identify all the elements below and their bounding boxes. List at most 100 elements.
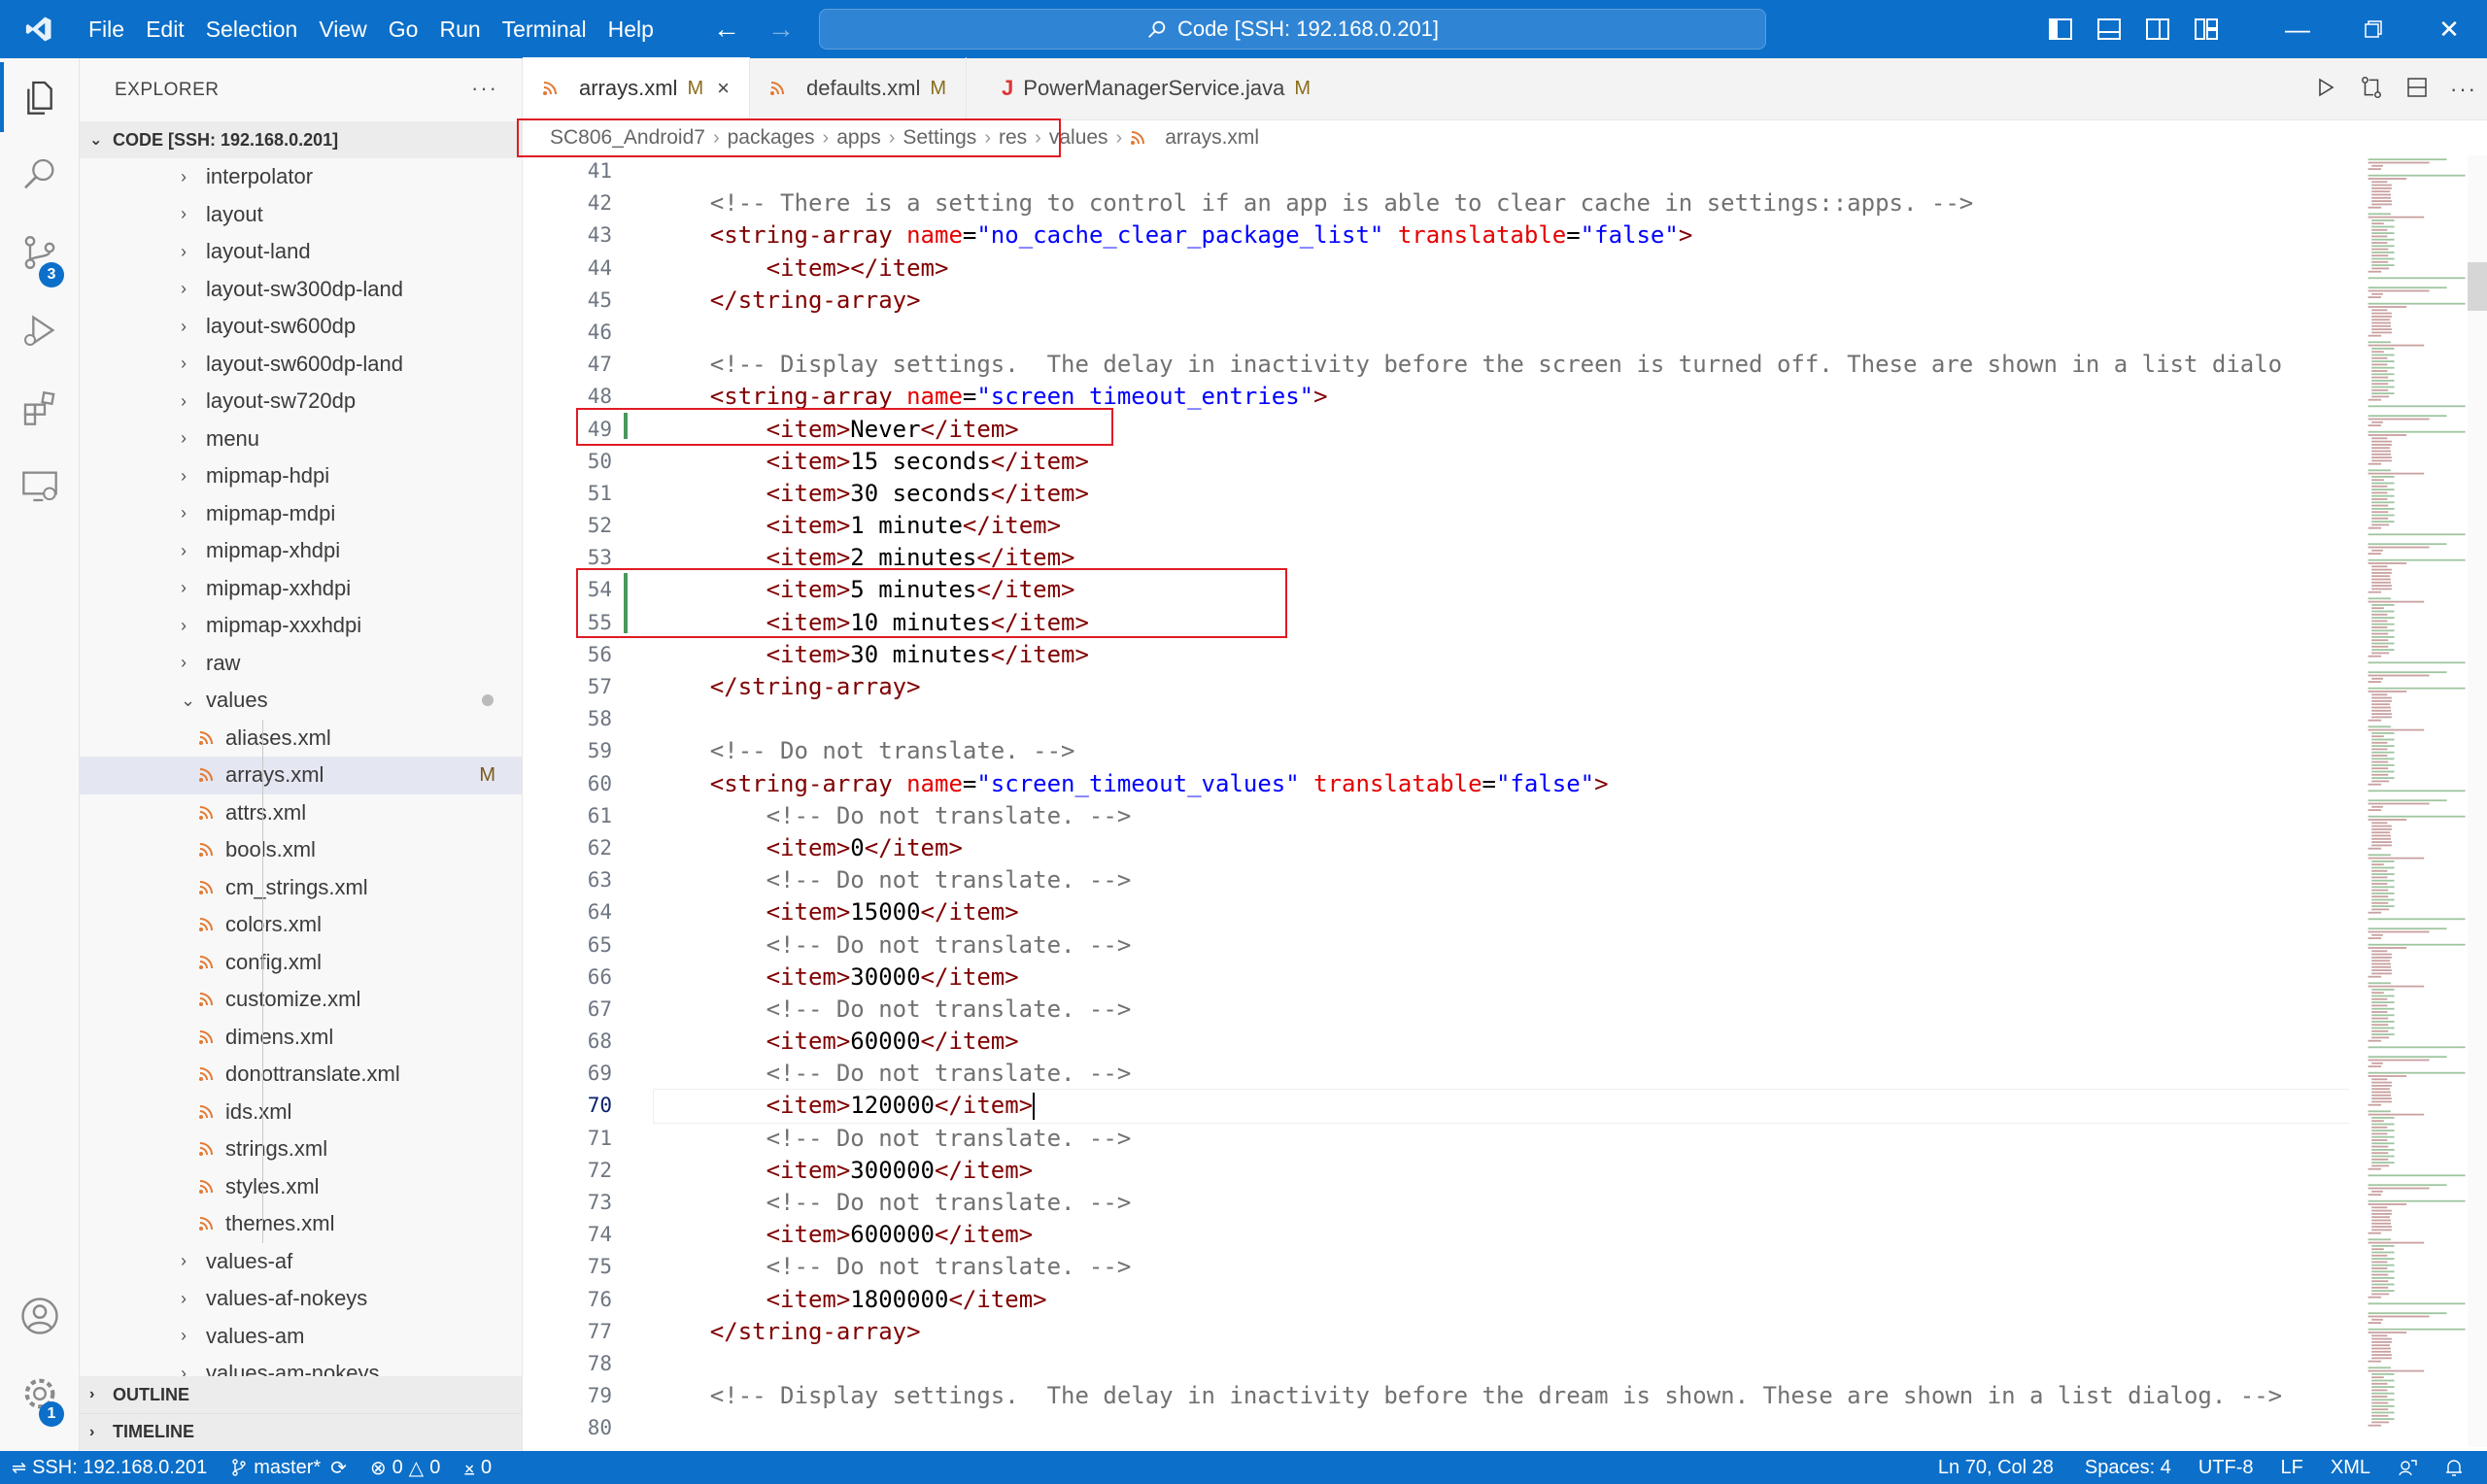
code-line[interactable]: <!-- Do not translate. -->	[654, 1123, 2349, 1155]
file-item[interactable]: arrays.xml M	[80, 757, 522, 794]
folder-item[interactable]: › interpolator	[80, 158, 522, 196]
file-item[interactable]: themes.xml	[80, 1205, 522, 1243]
encoding[interactable]: UTF-8	[2185, 1451, 2267, 1484]
code-line[interactable]: <item>30 minutes</item>	[654, 639, 2349, 671]
folder-item[interactable]: › values-af	[80, 1243, 522, 1281]
indentation[interactable]: Spaces: 4	[2071, 1451, 2185, 1484]
code-line[interactable]: </string-array>	[654, 1316, 2349, 1348]
folder-item[interactable]: › mipmap-xxxhdpi	[80, 607, 522, 645]
menu-go[interactable]: Go	[378, 0, 429, 58]
search-icon[interactable]	[0, 136, 80, 214]
toggle-secondary-sidebar-icon[interactable]	[2133, 0, 2182, 58]
sync-icon[interactable]: ⟳	[330, 1456, 347, 1480]
file-item[interactable]: colors.xml	[80, 906, 522, 944]
menu-terminal[interactable]: Terminal	[492, 0, 597, 58]
file-item[interactable]: config.xml	[80, 944, 522, 982]
code-line[interactable]: </string-array>	[654, 671, 2349, 703]
code-line[interactable]: <!-- Do not translate. -->	[654, 929, 2349, 961]
menu-file[interactable]: File	[78, 0, 135, 58]
code-line[interactable]: <string-array name="screen_timeout_value…	[654, 768, 2349, 800]
more-actions-icon[interactable]: ···	[471, 76, 498, 101]
code-editor[interactable]: 41 42 43 44 45 46 47 48 49 50 51 52 53 54 55 56 57 58 59 60…	[523, 155, 2349, 1447]
code-line[interactable]: <item>60000</item>	[654, 1026, 2349, 1058]
folder-item[interactable]: › mipmap-xxhdpi	[80, 570, 522, 608]
file-item[interactable]: customize.xml	[80, 981, 522, 1019]
accounts-icon[interactable]	[0, 1277, 80, 1355]
extensions-icon[interactable]	[0, 369, 80, 447]
file-item[interactable]: strings.xml	[80, 1130, 522, 1168]
code-line[interactable]: <item>15 seconds</item>	[654, 446, 2349, 478]
folder-item[interactable]: › layout-sw300dp-land	[80, 271, 522, 309]
code-line[interactable]	[654, 1348, 2349, 1380]
code-line[interactable]: <!-- Do not translate. -->	[654, 1251, 2349, 1283]
language-mode[interactable]: XML	[2317, 1451, 2384, 1484]
close-tab-icon[interactable]: ×	[717, 76, 730, 101]
file-item[interactable]: donottranslate.xml	[80, 1056, 522, 1094]
code-line[interactable]: <!-- Do not translate. -->	[654, 994, 2349, 1026]
back-arrow-icon[interactable]: ←	[713, 14, 740, 45]
folder-item[interactable]: › mipmap-xhdpi	[80, 532, 522, 570]
code-line[interactable]: <item>1800000</item>	[654, 1284, 2349, 1316]
restore-button[interactable]	[2335, 0, 2411, 58]
open-changes-icon[interactable]	[2359, 75, 2384, 105]
menu-help[interactable]: Help	[597, 0, 664, 58]
code-line[interactable]: <item>600000</item>	[654, 1219, 2349, 1251]
folder-item[interactable]: › layout-sw600dp	[80, 308, 522, 346]
file-item[interactable]: ids.xml	[80, 1094, 522, 1131]
code-line[interactable]: <!-- Do not translate. -->	[654, 1187, 2349, 1219]
code-line[interactable]: <item></item>	[654, 253, 2349, 285]
workspace-root[interactable]: ⌄ CODE [SSH: 192.168.0.201]	[80, 121, 522, 158]
code-line[interactable]	[654, 1412, 2349, 1444]
code-line[interactable]: <string-array name="no_cache_clear_packa…	[654, 219, 2349, 252]
code-line[interactable]: <!-- Do not translate. -->	[654, 864, 2349, 896]
code-line[interactable]: <item>30 seconds</item>	[654, 478, 2349, 510]
code-line[interactable]: </string-array>	[654, 285, 2349, 317]
menu-selection[interactable]: Selection	[195, 0, 309, 58]
code-line[interactable]: <item>15000</item>	[654, 896, 2349, 928]
close-window-button[interactable]: ✕	[2411, 0, 2487, 58]
branch-indicator[interactable]: master* ⟳	[219, 1451, 358, 1484]
code-line[interactable]: <item>1 minute</item>	[654, 510, 2349, 542]
explorer-icon[interactable]	[0, 58, 80, 136]
remote-explorer-icon[interactable]	[0, 447, 80, 524]
vertical-scrollbar[interactable]	[2468, 155, 2487, 1447]
timeline-section[interactable]: › TIMELINE	[80, 1413, 522, 1450]
folder-item[interactable]: › layout-sw720dp	[80, 383, 522, 421]
folder-item[interactable]: › layout-sw600dp-land	[80, 346, 522, 384]
menu-view[interactable]: View	[308, 0, 377, 58]
code-line[interactable]: <item>30000</item>	[654, 961, 2349, 994]
folder-item[interactable]: ⌄ values	[80, 682, 522, 720]
menu-edit[interactable]: Edit	[135, 0, 195, 58]
folder-item[interactable]: › values-am	[80, 1318, 522, 1356]
outline-section[interactable]: › OUTLINE	[80, 1376, 522, 1413]
code-line[interactable]	[654, 155, 2349, 187]
folder-item[interactable]: › menu	[80, 421, 522, 458]
feedback-icon[interactable]	[2384, 1451, 2431, 1484]
menu-run[interactable]: Run	[428, 0, 491, 58]
code-line[interactable]	[654, 703, 2349, 735]
manage-gear-icon[interactable]: 1	[0, 1355, 80, 1433]
folder-item[interactable]: › mipmap-hdpi	[80, 457, 522, 495]
minimap[interactable]	[2361, 155, 2468, 1437]
code-line[interactable]: <!-- Do not translate. -->	[654, 800, 2349, 832]
code-lines[interactable]: <!-- There is a setting to control if an…	[653, 155, 2349, 1445]
file-item[interactable]: styles.xml	[80, 1168, 522, 1206]
ports-indicator[interactable]: ⨱ 0	[452, 1451, 503, 1484]
code-line[interactable]	[654, 317, 2349, 349]
folder-item[interactable]: › values-af-nokeys	[80, 1280, 522, 1318]
customize-layout-icon[interactable]	[2182, 0, 2231, 58]
breadcrumb-segment[interactable]: arrays.xml	[1165, 126, 1259, 150]
forward-arrow-icon[interactable]: →	[767, 14, 795, 45]
toggle-primary-sidebar-icon[interactable]	[2036, 0, 2085, 58]
folder-item[interactable]: › mipmap-mdpi	[80, 495, 522, 533]
file-item[interactable]: dimens.xml	[80, 1019, 522, 1057]
code-line[interactable]: <item>120000</item>	[653, 1089, 2349, 1124]
file-item[interactable]: aliases.xml	[80, 720, 522, 758]
source-control-icon[interactable]: 3	[0, 214, 80, 291]
tab-defaults-xml[interactable]: defaults.xml M	[750, 57, 968, 119]
file-item[interactable]: bools.xml	[80, 831, 522, 869]
minimize-button[interactable]: —	[2260, 0, 2335, 58]
file-item[interactable]: cm_strings.xml	[80, 869, 522, 907]
code-line[interactable]: <!-- Do not translate. -->	[654, 735, 2349, 767]
end-of-line[interactable]: LF	[2267, 1451, 2317, 1484]
